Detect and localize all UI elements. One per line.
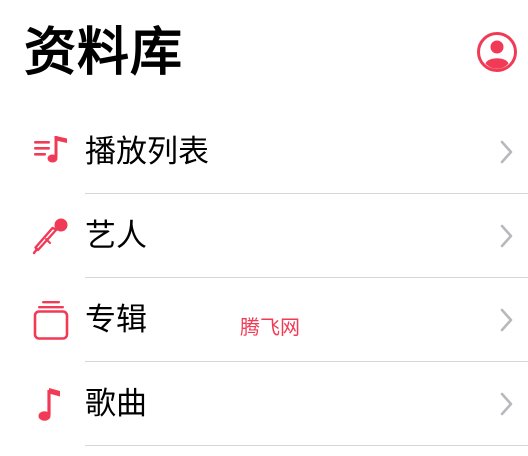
library-item-label: 歌曲 <box>85 386 147 422</box>
profile-button[interactable] <box>476 31 518 73</box>
library-list: 播放列表 艺人 专辑 歌曲 <box>0 110 528 446</box>
chevron-right-icon <box>500 139 514 165</box>
album-stack-icon <box>32 300 70 340</box>
chevron-right-icon <box>500 307 514 333</box>
library-screen: 资料库 播放列表 艺人 专辑 歌曲 腾飞网 <box>0 0 528 456</box>
person-circle-icon <box>477 32 517 72</box>
library-item-songs[interactable]: 歌曲 <box>0 362 528 446</box>
page-title: 资料库 <box>24 23 184 83</box>
header: 资料库 <box>0 0 528 110</box>
playlist-icon <box>32 132 70 172</box>
music-note-icon <box>32 384 70 424</box>
chevron-right-icon <box>500 391 514 417</box>
library-item-playlists[interactable]: 播放列表 <box>0 110 528 194</box>
library-item-label: 专辑 <box>85 302 147 338</box>
divider <box>85 445 528 446</box>
library-item-artists[interactable]: 艺人 <box>0 194 528 278</box>
library-item-label: 播放列表 <box>85 134 209 170</box>
chevron-right-icon <box>500 223 514 249</box>
library-item-label: 艺人 <box>85 218 147 254</box>
watermark-text: 腾飞网 <box>240 315 300 339</box>
microphone-icon <box>32 216 70 256</box>
